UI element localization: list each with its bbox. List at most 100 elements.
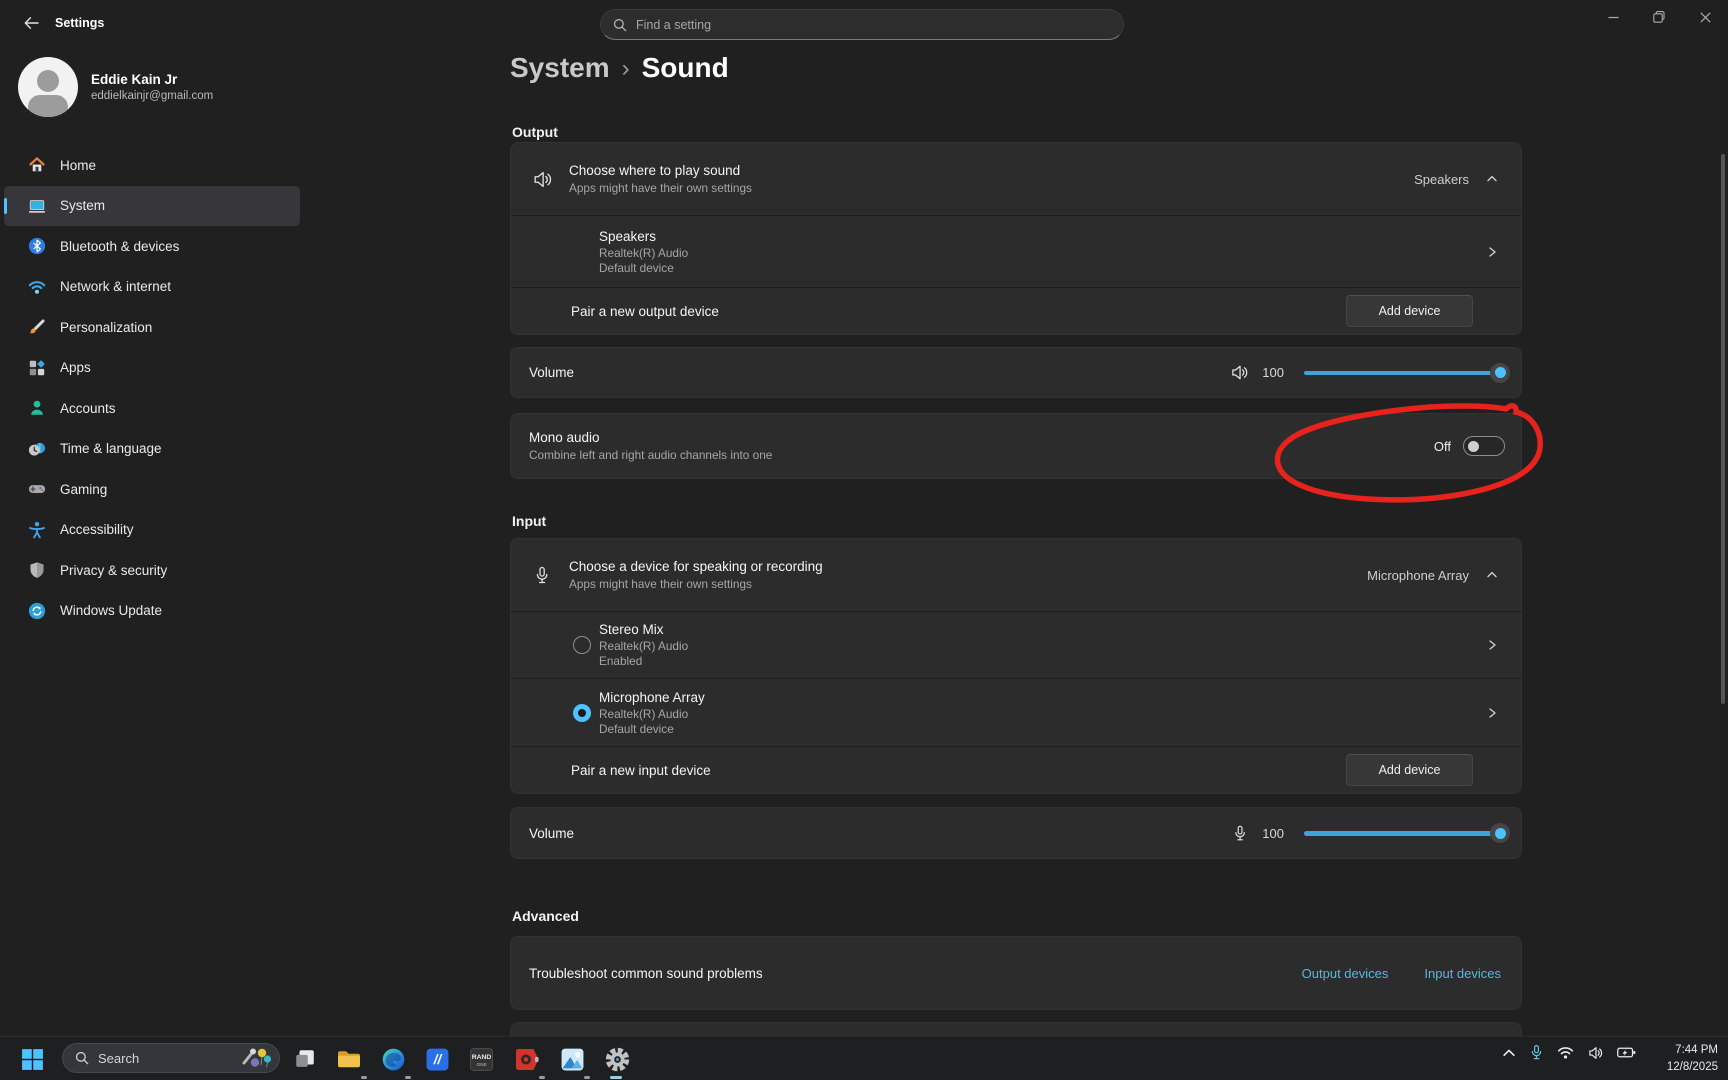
- input-section-label: Input: [512, 513, 546, 529]
- red-app-button[interactable]: [512, 1044, 542, 1074]
- tray-chevron-up-icon[interactable]: [1502, 1046, 1516, 1060]
- slider-thumb[interactable]: [1490, 823, 1510, 843]
- search-highlight-art: [239, 1046, 273, 1070]
- find-setting-search[interactable]: [600, 9, 1124, 40]
- tray-wifi-icon[interactable]: [1557, 1045, 1574, 1060]
- sidebar-item-privacy-security[interactable]: Privacy & security: [4, 550, 300, 590]
- settings-app-button[interactable]: [602, 1044, 632, 1074]
- advanced-section-label: Advanced: [512, 908, 579, 924]
- input-devices-link[interactable]: Input devices: [1424, 966, 1501, 981]
- radio-selected[interactable]: [573, 704, 591, 722]
- photos-button[interactable]: [557, 1044, 587, 1074]
- sidebar-item-bluetooth-devices[interactable]: Bluetooth & devices: [4, 226, 300, 266]
- brush-icon: [28, 318, 46, 336]
- output-device-value: Speakers: [1414, 172, 1469, 187]
- add-output-device-button[interactable]: Add device: [1346, 295, 1473, 327]
- mono-audio-card: Mono audio Combine left and right audio …: [510, 413, 1522, 479]
- input-volume-label: Volume: [529, 826, 574, 841]
- system-tray: [1502, 1044, 1636, 1061]
- file-explorer-button[interactable]: [334, 1044, 364, 1074]
- sidebar-item-gaming[interactable]: Gaming: [4, 469, 300, 509]
- app-slashes-button[interactable]: //: [422, 1044, 452, 1074]
- tray-battery-icon[interactable]: [1617, 1046, 1636, 1059]
- gamepad-icon: [28, 480, 46, 498]
- sidebar-item-network-internet[interactable]: Network & internet: [4, 267, 300, 307]
- input-device-row-microphone-array[interactable]: Microphone Array Realtek(R) Audio Defaul…: [511, 678, 1521, 746]
- sidebar-item-apps[interactable]: Apps: [4, 348, 300, 388]
- chevron-right-icon: [1485, 706, 1499, 720]
- taskview-icon: [293, 1047, 317, 1071]
- back-arrow-icon: [23, 15, 40, 31]
- search-input[interactable]: [636, 18, 1111, 32]
- output-expander[interactable]: Choose where to play sound Apps might ha…: [511, 143, 1521, 215]
- time-language-icon: [28, 440, 46, 458]
- device-name: Microphone Array: [599, 690, 705, 705]
- tray-microphone-icon[interactable]: [1529, 1044, 1544, 1061]
- output-expander-title: Choose where to play sound: [569, 163, 752, 178]
- sidebar-item-windows-update[interactable]: Windows Update: [4, 591, 300, 631]
- update-icon: [28, 602, 46, 620]
- restore-button[interactable]: [1636, 0, 1682, 34]
- accounts-icon: [28, 399, 46, 417]
- output-device-name: Speakers: [599, 229, 688, 244]
- sidebar-item-home[interactable]: Home: [4, 145, 300, 185]
- minimize-button[interactable]: [1590, 0, 1636, 34]
- output-device-vendor: Realtek(R) Audio: [599, 246, 688, 260]
- wifi-icon: [28, 278, 46, 296]
- close-button[interactable]: [1682, 0, 1728, 34]
- rand-one-icon: RANDONE: [469, 1047, 494, 1072]
- edge-icon: [381, 1047, 406, 1072]
- sidebar-nav: Home System Bluetooth & devices Network …: [4, 145, 300, 631]
- device-name: Stereo Mix: [599, 622, 688, 637]
- search-icon: [613, 18, 627, 32]
- app-title: Settings: [55, 16, 104, 30]
- output-section-label: Output: [512, 124, 558, 140]
- toggle-knob: [1468, 441, 1479, 452]
- home-icon: [28, 156, 46, 174]
- microphone-icon: [531, 565, 553, 586]
- troubleshoot-card: Troubleshoot common sound problems Outpu…: [510, 936, 1522, 1010]
- scrollbar[interactable]: [1721, 154, 1725, 704]
- rand-one-button[interactable]: RANDONE: [466, 1044, 496, 1074]
- mono-audio-state: Off: [1434, 439, 1451, 454]
- windows-logo-icon: [20, 1047, 45, 1072]
- taskbar-search[interactable]: Search: [62, 1043, 280, 1073]
- input-volume-slider[interactable]: [1304, 823, 1501, 843]
- chevron-right-icon: [1485, 245, 1499, 259]
- selected-indicator: [4, 198, 7, 214]
- output-device-row[interactable]: Speakers Realtek(R) Audio Default device: [511, 215, 1521, 287]
- sidebar-item-personalization[interactable]: Personalization: [4, 307, 300, 347]
- user-email: eddielkainjr@gmail.com: [91, 90, 213, 102]
- tray-speaker-icon[interactable]: [1587, 1045, 1604, 1061]
- input-device-row-stereo-mix[interactable]: Stereo Mix Realtek(R) Audio Enabled: [511, 611, 1521, 678]
- output-devices-link[interactable]: Output devices: [1302, 966, 1389, 981]
- output-volume-slider[interactable]: [1304, 363, 1501, 383]
- add-input-device-button[interactable]: Add device: [1346, 754, 1473, 786]
- speaker-icon: [531, 169, 553, 190]
- device-vendor: Realtek(R) Audio: [599, 707, 705, 721]
- taskbar-clock[interactable]: 7:44 PM 12/8/2025: [1667, 1042, 1718, 1075]
- gear-icon: [603, 1045, 632, 1074]
- radio-unselected[interactable]: [573, 636, 591, 654]
- apps-icon: [28, 359, 46, 377]
- sidebar-item-accessibility[interactable]: Accessibility: [4, 510, 300, 550]
- photos-icon: [560, 1047, 585, 1072]
- taskbar-search-label: Search: [98, 1051, 239, 1066]
- input-expander-title: Choose a device for speaking or recordin…: [569, 559, 823, 574]
- breadcrumb-system[interactable]: System: [510, 52, 610, 84]
- input-expander[interactable]: Choose a device for speaking or recordin…: [511, 539, 1521, 611]
- output-pair-label: Pair a new output device: [571, 304, 719, 319]
- sidebar-item-system[interactable]: System: [4, 186, 300, 226]
- output-volume-value: 100: [1262, 365, 1284, 380]
- slider-thumb[interactable]: [1490, 363, 1510, 383]
- start-button[interactable]: [17, 1044, 47, 1074]
- mono-audio-toggle[interactable]: [1463, 436, 1505, 456]
- sidebar-item-time-language[interactable]: Time & language: [4, 429, 300, 469]
- sidebar-item-accounts[interactable]: Accounts: [4, 388, 300, 428]
- taskview-button[interactable]: [290, 1044, 320, 1074]
- troubleshoot-label: Troubleshoot common sound problems: [529, 966, 763, 981]
- back-button[interactable]: [14, 8, 48, 38]
- svg-text://: //: [432, 1052, 442, 1067]
- edge-browser-button[interactable]: [378, 1044, 408, 1074]
- account-summary[interactable]: Eddie Kain Jr eddielkainjr@gmail.com: [18, 57, 213, 117]
